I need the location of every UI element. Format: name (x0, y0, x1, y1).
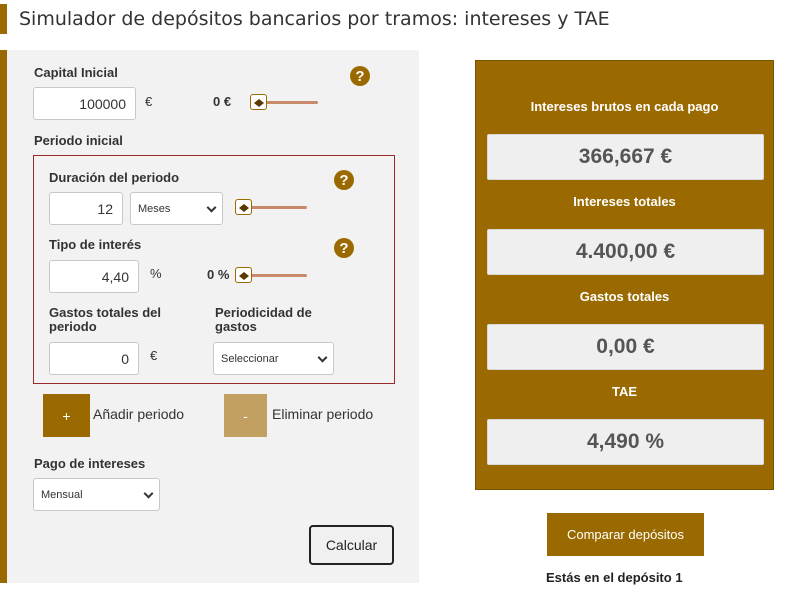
slider-thumb-icon[interactable] (235, 267, 252, 283)
chevron-down-icon (206, 202, 217, 213)
tae-label: TAE (611, 384, 638, 399)
gastos-unit: € (150, 348, 158, 363)
form-panel-accent-bar (0, 50, 7, 583)
periodicidad-label: Periodicidad de gastos (215, 305, 312, 334)
deposit-indicator: Estás en el depósito 1 (546, 570, 683, 585)
slider-thumb-icon[interactable] (235, 199, 252, 215)
periodicidad-select[interactable]: Seleccionar (213, 342, 334, 375)
periodicidad-select-value: Seleccionar (221, 352, 279, 365)
duracion-label: Duración del periodo (49, 170, 180, 185)
capital-label: Capital Inicial (34, 65, 118, 80)
duracion-help-icon[interactable]: ? (334, 170, 354, 190)
delete-period-label[interactable]: Eliminar periodo (272, 406, 373, 422)
add-period-label[interactable]: Añadir periodo (93, 406, 184, 422)
pago-intereses-select-value: Mensual (41, 488, 83, 501)
interes-min-label: 0 % (207, 267, 230, 282)
intereses-totales-label: Intereses totales (573, 194, 676, 209)
capital-help-icon[interactable]: ? (350, 66, 370, 86)
results-panel: Intereses brutos en cada pago 366,667 € … (475, 60, 774, 490)
add-period-button[interactable]: + (43, 394, 90, 437)
capital-input[interactable] (33, 87, 136, 120)
chevron-down-icon (317, 352, 328, 363)
chevron-down-icon (143, 488, 154, 499)
compare-deposits-button[interactable]: Comparar depósitos (547, 513, 704, 556)
duracion-slider[interactable] (235, 199, 307, 215)
interes-help-icon[interactable]: ? (334, 238, 354, 258)
gastos-input[interactable] (49, 342, 139, 375)
interes-input[interactable] (49, 260, 139, 293)
pago-intereses-label: Pago de intereses (34, 456, 146, 471)
slider-thumb-icon[interactable] (250, 94, 267, 110)
intereses-pago-value: 366,667 € (487, 134, 764, 180)
duracion-unit-select-value: Meses (138, 202, 171, 215)
title-accent-bar (0, 4, 7, 34)
intereses-pago-label: Intereses brutos en cada pago (530, 99, 719, 114)
tae-value: 4,490 % (487, 419, 764, 465)
capital-min-label: 0 € (213, 94, 232, 109)
page-title: Simulador de depósitos bancarios por tra… (19, 8, 610, 30)
interes-slider[interactable] (235, 267, 307, 283)
pago-intereses-select[interactable]: Mensual (33, 478, 160, 511)
calculate-button[interactable]: Calcular (309, 525, 394, 565)
gastos-totales-label: Gastos totales (579, 289, 670, 304)
duracion-input[interactable] (49, 192, 123, 225)
interes-unit: % (150, 266, 162, 281)
interes-label: Tipo de interés (49, 237, 142, 252)
duracion-unit-select[interactable]: Meses (130, 192, 223, 225)
delete-period-button[interactable]: - (224, 394, 267, 437)
intereses-totales-value: 4.400,00 € (487, 229, 764, 275)
periodo-inicial-label: Periodo inicial (34, 133, 123, 148)
capital-slider[interactable] (250, 94, 318, 110)
gastos-totales-value: 0,00 € (487, 324, 764, 370)
gastos-label: Gastos totales del periodo (49, 305, 161, 334)
capital-unit: € (145, 94, 153, 109)
